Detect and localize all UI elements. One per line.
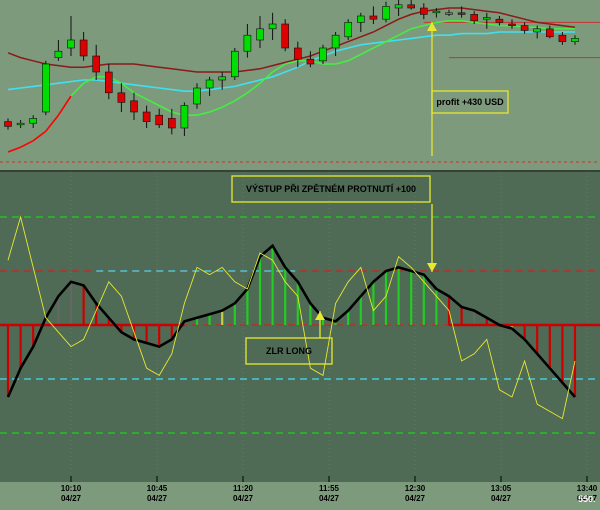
candle-body: [457, 12, 466, 15]
x-tick-time: 10:10: [61, 484, 82, 493]
trading-chart: profit +430 USD VÝSTUP PŘI ZPĚTNÉM PROTNU…: [0, 0, 600, 510]
exit-annotation-label: VÝSTUP PŘI ZPĚTNÉM PROTNUTÍ +100: [246, 183, 416, 194]
candle-body: [218, 76, 226, 81]
candle-body: [419, 7, 428, 15]
candle-body: [92, 55, 100, 73]
corner-value: 550.: [578, 494, 596, 504]
candle-body: [205, 79, 214, 89]
candle-body: [520, 25, 529, 31]
candle-body: [432, 10, 441, 14]
candle-body: [105, 71, 113, 94]
candle-body: [168, 118, 176, 129]
candle-body: [344, 22, 353, 38]
candle-body: [79, 39, 88, 57]
x-tick-time: 11:20: [233, 484, 254, 493]
candle-body: [470, 14, 479, 22]
candle-body: [571, 38, 579, 42]
candle-body: [495, 18, 504, 23]
candle-body: [16, 122, 25, 126]
candle-body: [407, 4, 416, 9]
candle-body: [482, 17, 491, 20]
candle-body: [306, 58, 315, 65]
x-tick-time: 12:30: [405, 484, 426, 493]
x-tick-date: 04/27: [491, 494, 512, 503]
candle-body: [445, 12, 453, 15]
candle-body: [356, 15, 365, 23]
candle-body: [545, 28, 554, 38]
candle-body: [67, 39, 75, 49]
x-tick-time: 11:55: [319, 484, 340, 493]
candle-body: [231, 50, 239, 78]
candle-body: [155, 114, 163, 126]
candle-body: [394, 4, 403, 9]
candle-body: [293, 47, 302, 60]
candle-body: [4, 121, 12, 127]
candle-body: [180, 105, 189, 129]
candle-body: [41, 63, 50, 113]
candle-body: [369, 15, 378, 20]
x-tick-date: 04/27: [61, 494, 82, 503]
x-tick-time: 10:45: [147, 484, 168, 493]
candle-body: [29, 118, 38, 124]
candle-body: [256, 28, 264, 41]
x-tick-time: 13:40: [577, 484, 598, 493]
candle-body: [193, 87, 201, 105]
candle-body: [558, 34, 567, 42]
candle-body: [382, 6, 390, 20]
candle-body: [319, 47, 327, 62]
x-tick-time: 13:05: [491, 484, 512, 493]
candle-body: [331, 34, 340, 49]
candle-body: [243, 34, 252, 52]
candle-body: [533, 28, 542, 33]
candle-body: [268, 23, 277, 30]
candle-body: [508, 23, 516, 26]
candle-body: [130, 100, 138, 113]
x-tick-date: 04/27: [233, 494, 254, 503]
x-tick-date: 04/27: [405, 494, 426, 503]
x-tick-date: 04/27: [147, 494, 168, 503]
x-tick-date: 04/27: [319, 494, 340, 503]
zlr-long-annotation-label: ZLR LONG: [266, 346, 312, 356]
candle-body: [54, 50, 63, 58]
candle-body: [281, 23, 290, 49]
candle-body: [117, 92, 126, 103]
candle-body: [142, 111, 151, 122]
profit-annotation-label: profit +430 USD: [436, 97, 504, 107]
